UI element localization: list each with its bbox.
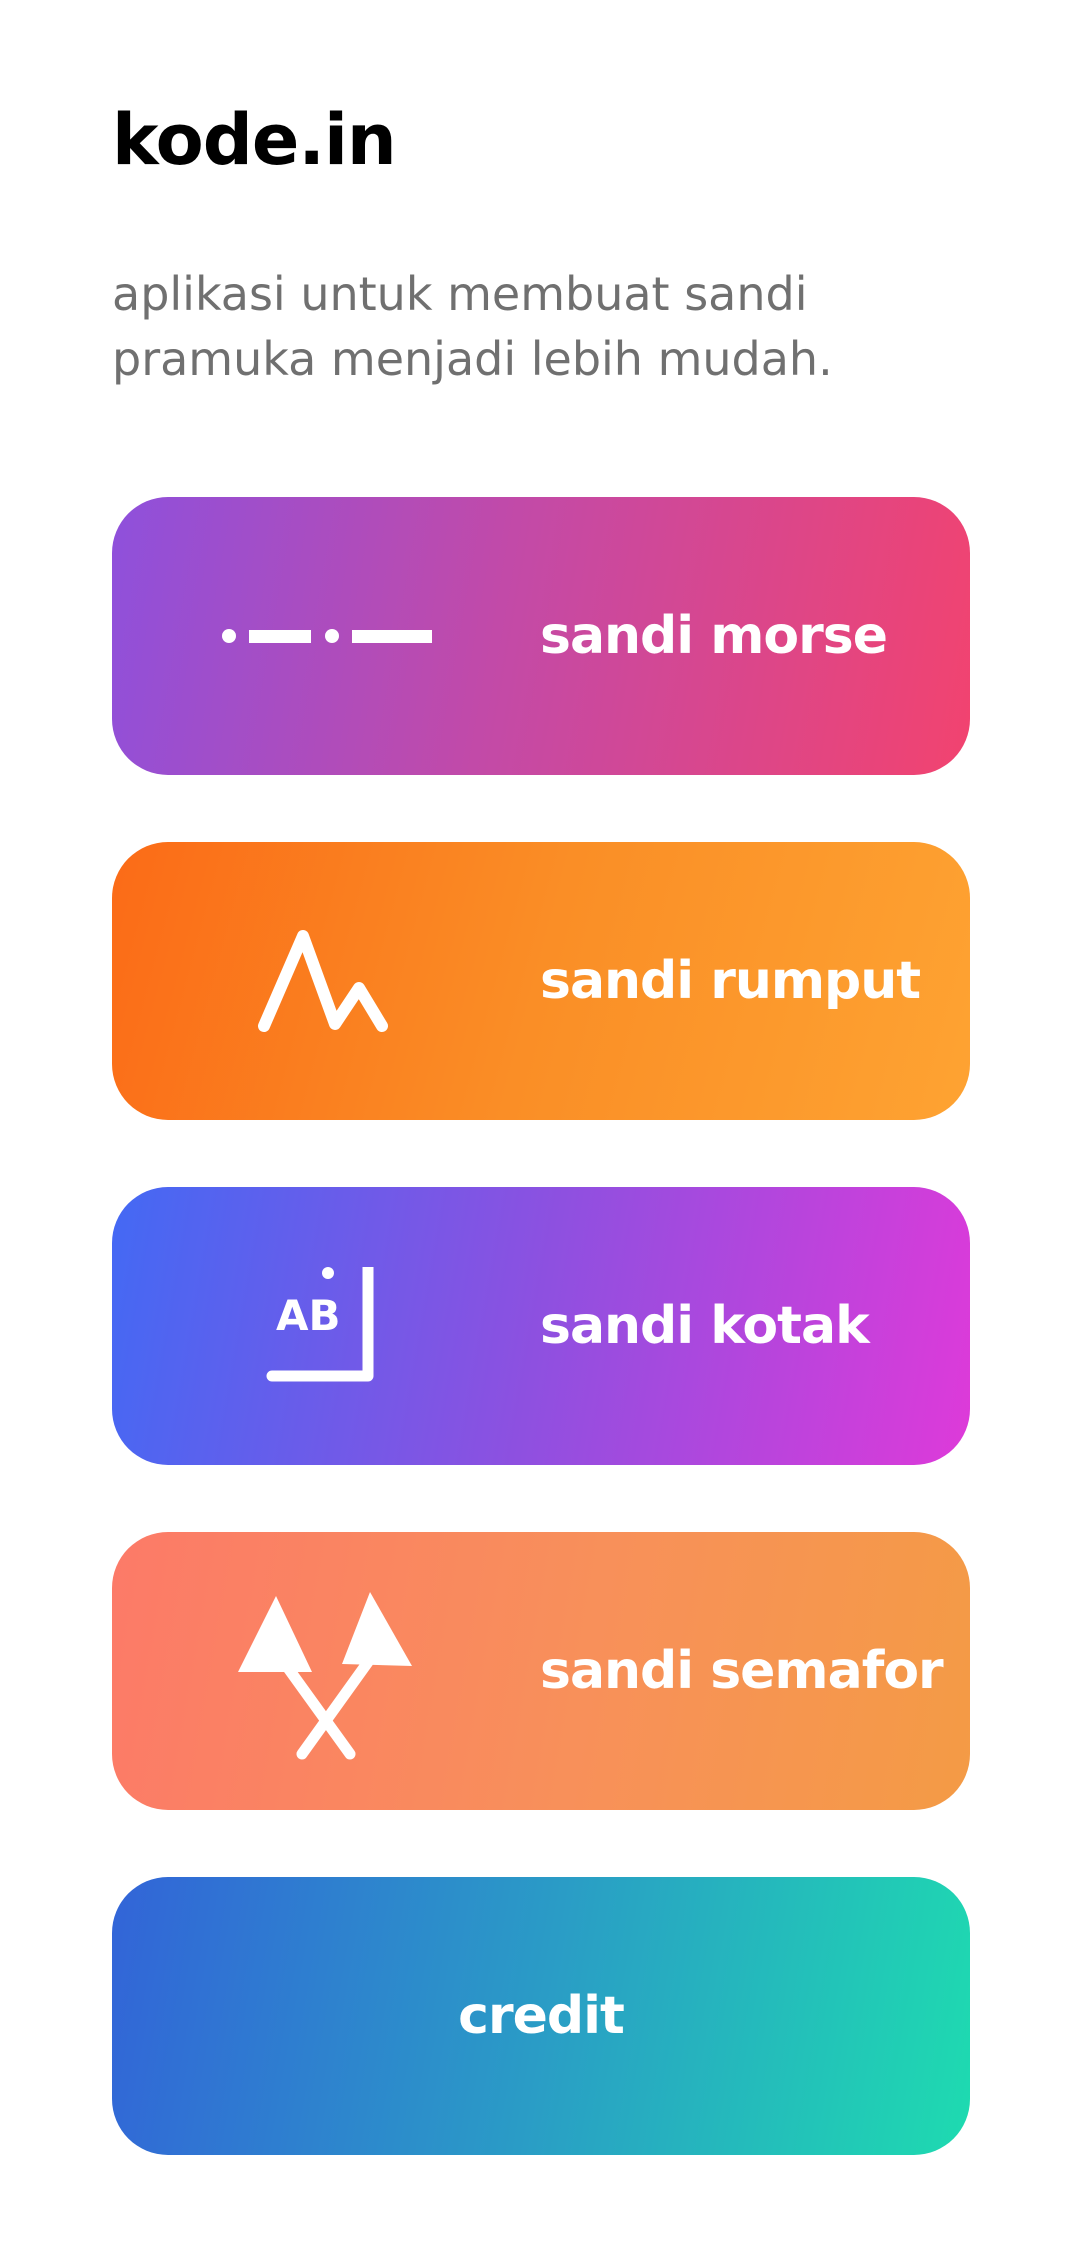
sandi-kotak-label: sandi kotak: [540, 1296, 870, 1356]
sandi-morse-button[interactable]: sandi morse: [112, 497, 970, 775]
sandi-rumput-label: sandi rumput: [540, 951, 921, 1011]
app-description: aplikasi untuk membuat sandi pramuka men…: [112, 267, 833, 386]
morse-code-icon: [222, 629, 432, 643]
credit-label: credit: [458, 1986, 625, 2046]
sandi-morse-label: sandi morse: [540, 606, 888, 666]
home-screen: kode.in aplikasi untuk membuat sandi pra…: [0, 0, 1080, 2244]
box-code-icon: AB: [266, 1267, 374, 1382]
semaphore-flags-icon: [238, 1592, 412, 1760]
sandi-semafor-label: sandi semafor: [540, 1641, 944, 1701]
box-code-icon-letters: AB: [276, 1291, 341, 1340]
sandi-rumput-button[interactable]: sandi rumput: [112, 842, 970, 1120]
app-title: kode.in: [112, 99, 397, 181]
sandi-kotak-button[interactable]: AB sandi kotak: [112, 1187, 970, 1465]
grass-code-icon: [258, 930, 388, 1032]
sandi-semafor-button[interactable]: sandi semafor: [112, 1532, 970, 1810]
credit-button[interactable]: credit: [112, 1877, 970, 2155]
